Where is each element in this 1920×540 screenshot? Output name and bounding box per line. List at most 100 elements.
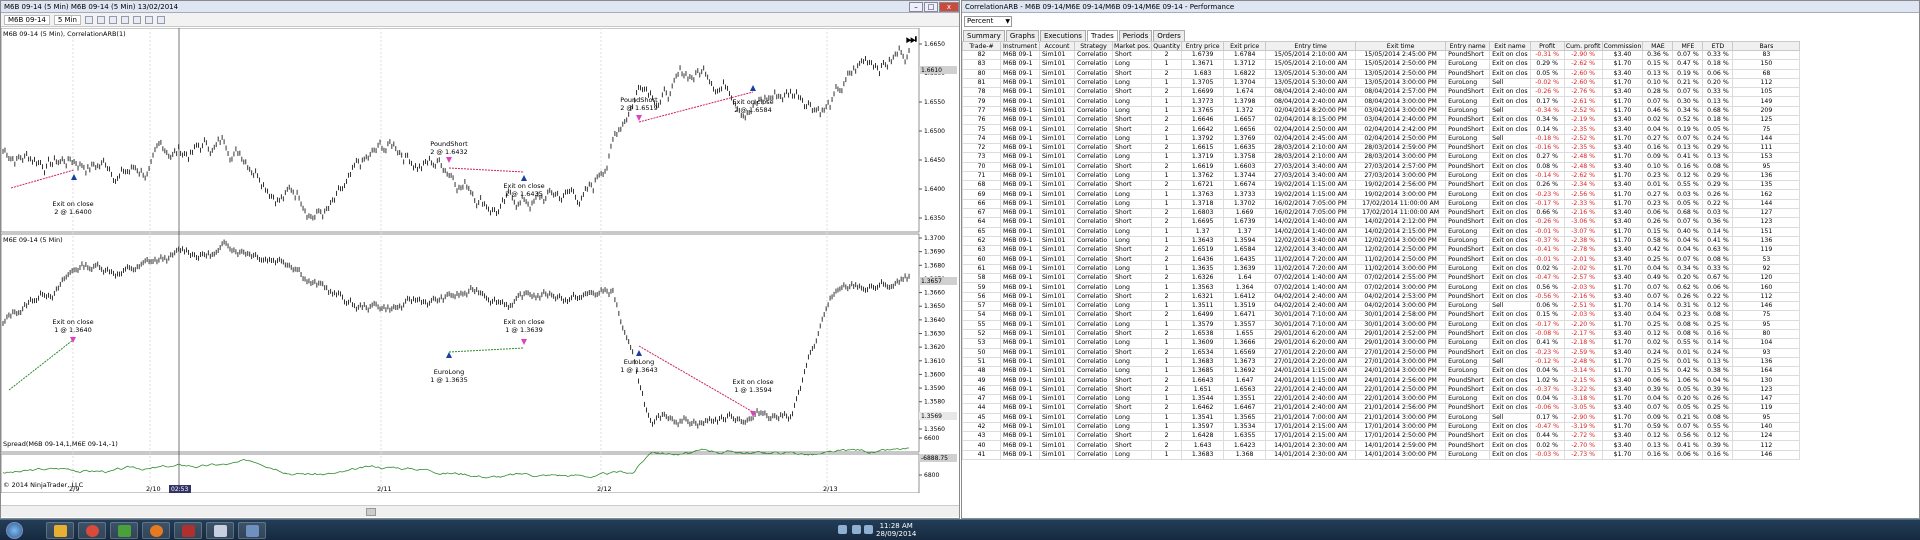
tab-orders[interactable]: Orders	[1153, 30, 1185, 41]
taskbar-clock[interactable]: 11:28 AM 28/09/2014	[876, 522, 916, 538]
taskbar-app-ninjatrader[interactable]	[174, 522, 202, 539]
zoom-icon[interactable]	[84, 15, 93, 24]
table-row[interactable]: 78 M6B 09-1 Sim101 Correlatio Short 2 1.6699 1.…	[962, 87, 1801, 98]
table-row[interactable]: 42 M6B 09-1 Sim101 Correlatio Long 1 1.3597 1.3…	[962, 421, 1801, 433]
data-box-icon[interactable]	[156, 15, 165, 24]
column-header[interactable]: Exit name	[1489, 41, 1531, 51]
table-row[interactable]: 62 M6B 09-1 Sim101 Correlatio Long 1 1.3643 1.3…	[962, 235, 1801, 247]
tab-graphs[interactable]: Graphs	[1005, 30, 1039, 41]
performance-window[interactable]: CorrelationARB - M6B 09-14/M6E 09-14/M6B…	[961, 0, 1920, 519]
minimize-button[interactable]: –	[909, 1, 923, 12]
table-row[interactable]: 53 M6B 09-1 Sim101 Correlatio Long 1 1.3609 1.3…	[962, 338, 1801, 349]
table-row[interactable]: 52 M6B 09-1 Sim101 Correlatio Short 2 1.6538 1.…	[962, 328, 1801, 340]
column-header[interactable]: Instrument	[1000, 41, 1040, 51]
table-row[interactable]: 46 M6B 09-1 Sim101 Correlatio Short 2 1.651 1.6…	[962, 384, 1801, 396]
table-row[interactable]: 60 M6B 09-1 Sim101 Correlatio Short 2 1.6436 1.…	[962, 254, 1801, 265]
column-header[interactable]: Market pos.	[1111, 41, 1153, 51]
table-row[interactable]: 44 M6B 09-1 Sim101 Correlatio Short 2 1.6462 1.…	[962, 403, 1801, 414]
tab-periods[interactable]: Periods	[1118, 30, 1153, 41]
table-row[interactable]: 67 M6B 09-1 Sim101 Correlatio Short 2 1.6803 1.…	[962, 208, 1801, 219]
column-header[interactable]: Trade-#	[962, 41, 1001, 51]
table-row[interactable]: 80 M6B 09-1 Sim101 Correlatio Short 2 1.683 1.6…	[962, 68, 1801, 79]
start-button[interactable]	[6, 522, 23, 539]
column-header[interactable]: Entry name	[1445, 41, 1491, 51]
chart-window[interactable]: M6B 09-14 (5 Min) M6B 09-14 (5 Min) 13/0…	[0, 0, 960, 519]
column-header[interactable]: Commission	[1601, 41, 1644, 51]
taskbar-app-network[interactable]	[238, 522, 266, 539]
performance-titlebar[interactable]: CorrelationARB - M6B 09-14/M6E 09-14/M6B…	[962, 1, 1919, 13]
taskbar-app-torrent[interactable]	[110, 522, 138, 539]
table-row[interactable]: 81 M6B 09-1 Sim101 Correlatio Long 1 1.3705 1.3…	[962, 77, 1801, 89]
table-row[interactable]: 61 M6B 09-1 Sim101 Correlatio Long 1 1.3635 1.3…	[962, 263, 1801, 275]
taskbar-app-chrome[interactable]	[78, 522, 106, 539]
column-header[interactable]: Entry time	[1265, 41, 1357, 51]
table-row[interactable]: 69 M6B 09-1 Sim101 Correlatio Long 1 1.3763 1.3…	[962, 189, 1801, 200]
table-row[interactable]: 58 M6B 09-1 Sim101 Correlatio Short 2 1.6326 1.…	[962, 273, 1801, 284]
table-row[interactable]: 77 M6B 09-1 Sim101 Correlatio Long 1 1.3765 1.3…	[962, 105, 1801, 117]
table-row[interactable]: 54 M6B 09-1 Sim101 Correlatio Short 2 1.6499 1.…	[962, 310, 1801, 321]
table-row[interactable]: 76 M6B 09-1 Sim101 Correlatio Short 2 1.6646 1.…	[962, 115, 1801, 126]
table-row[interactable]: 55 M6B 09-1 Sim101 Correlatio Long 1 1.3579 1.3…	[962, 319, 1801, 330]
table-row[interactable]: 72 M6B 09-1 Sim101 Correlatio Short 2 1.6615 1.…	[962, 142, 1801, 154]
tray-network-icon[interactable]	[864, 525, 873, 534]
table-row[interactable]: 64 M6B 09-1 Sim101 Correlatio Short 2 1.6695 1.…	[962, 217, 1801, 228]
table-row[interactable]: 68 M6B 09-1 Sim101 Correlatio Short 2 1.6721 1.…	[962, 180, 1801, 191]
properties-icon[interactable]	[108, 15, 117, 24]
display-mode-select[interactable]: Percent ▼	[964, 16, 1012, 27]
column-header[interactable]: Cum. profit	[1563, 41, 1603, 51]
table-row[interactable]: 79 M6B 09-1 Sim101 Correlatio Long 1 1.3773 1.3…	[962, 96, 1801, 107]
tab-trades[interactable]: Trades	[1086, 30, 1118, 41]
trades-grid[interactable]: Trade-# Instrument Account Strategy Market p…	[962, 41, 1919, 518]
price-chart[interactable]: M6B 09-14 (5 Min), CorrelationARB(1) M6E …	[1, 28, 959, 493]
close-button[interactable]: x	[939, 1, 959, 12]
tab-executions[interactable]: Executions	[1039, 30, 1086, 41]
table-row[interactable]: 50 M6B 09-1 Sim101 Correlatio Short 2 1.6534 1.…	[962, 347, 1801, 358]
chart-scrollbar[interactable]	[1, 505, 959, 517]
taskbar-app-explorer[interactable]	[46, 522, 74, 539]
table-row[interactable]: 71 M6B 09-1 Sim101 Correlatio Long 1 1.3762 1.3…	[962, 170, 1801, 182]
table-row[interactable]: 59 M6B 09-1 Sim101 Correlatio Long 1 1.3563 1.3…	[962, 282, 1801, 293]
column-header[interactable]: Account	[1039, 41, 1075, 51]
table-row[interactable]: 75 M6B 09-1 Sim101 Correlatio Short 2 1.6642 1.…	[962, 124, 1801, 135]
interval-selector[interactable]: 5 Min	[53, 14, 81, 25]
crosshair-icon[interactable]	[120, 15, 129, 24]
column-header[interactable]: Quantity	[1151, 41, 1183, 51]
chart-titlebar[interactable]: M6B 09-14 (5 Min) M6B 09-14 (5 Min) 13/0…	[1, 1, 959, 13]
indicators-icon[interactable]	[132, 15, 141, 24]
tab-summary[interactable]: Summary	[963, 30, 1005, 41]
table-row[interactable]: 43 M6B 09-1 Sim101 Correlatio Short 2 1.6428 1.…	[962, 431, 1801, 442]
table-row[interactable]: 66 M6B 09-1 Sim101 Correlatio Long 1 1.3718 1.3…	[962, 198, 1801, 210]
maximize-button[interactable]: □	[924, 1, 938, 12]
strategies-icon[interactable]	[144, 15, 153, 24]
tray-speaker-icon[interactable]	[852, 525, 861, 534]
table-row[interactable]: 73 M6B 09-1 Sim101 Correlatio Long 1 1.3719 1.3…	[962, 152, 1801, 163]
table-row[interactable]: 57 M6B 09-1 Sim101 Correlatio Long 1 1.3511 1.3…	[962, 300, 1801, 312]
column-header[interactable]: Bars	[1732, 41, 1801, 51]
column-header[interactable]: Exit time	[1355, 41, 1447, 51]
column-header[interactable]: ETD	[1702, 41, 1734, 51]
table-row[interactable]: 74 M6B 09-1 Sim101 Correlatio Long 1 1.3792 1.3…	[962, 133, 1801, 144]
column-header[interactable]: Entry price	[1181, 41, 1225, 51]
table-row[interactable]: 49 M6B 09-1 Sim101 Correlatio Short 2 1.6643 1.…	[962, 375, 1801, 386]
table-row[interactable]: 83 M6B 09-1 Sim101 Correlatio Long 1 1.3671 1.3…	[962, 59, 1801, 70]
column-header[interactable]: Exit price	[1223, 41, 1267, 51]
table-row[interactable]: 41 M6B 09-1 Sim101 Correlatio Long 1 1.3683 1.3…	[962, 449, 1801, 461]
table-row[interactable]: 65 M6B 09-1 Sim101 Correlatio Long 1 1.37 1.37 1…	[962, 226, 1801, 237]
table-row[interactable]: 47 M6B 09-1 Sim101 Correlatio Long 1 1.3544 1.3…	[962, 393, 1801, 405]
chart-area[interactable]: M6B 09-14 (5 Min), CorrelationARB(1) M6E …	[1, 28, 959, 493]
table-row[interactable]: 82 M6B 09-1 Sim101 Correlatio Short 2 1.6739 1.…	[962, 49, 1801, 61]
column-header[interactable]: MAE	[1642, 41, 1674, 51]
column-header[interactable]: Profit	[1529, 41, 1565, 51]
taskbar-app-firefox[interactable]	[142, 522, 170, 539]
table-row[interactable]: 56 M6B 09-1 Sim101 Correlatio Short 2 1.6321 1.…	[962, 291, 1801, 303]
table-row[interactable]: 45 M6B 09-1 Sim101 Correlatio Long 1 1.3541 1.3…	[962, 412, 1801, 423]
pencil-icon[interactable]	[96, 15, 105, 24]
column-header[interactable]: Strategy	[1074, 41, 1113, 51]
table-row[interactable]: 48 M6B 09-1 Sim101 Correlatio Long 1 1.3685 1.3…	[962, 366, 1801, 377]
table-row[interactable]: 63 M6B 09-1 Sim101 Correlatio Short 2 1.6519 1.…	[962, 245, 1801, 256]
column-header[interactable]: MFE	[1672, 41, 1704, 51]
table-row[interactable]: 51 M6B 09-1 Sim101 Correlatio Long 1 1.3683 1.3…	[962, 356, 1801, 368]
taskbar-app-notepad[interactable]	[206, 522, 234, 539]
tray-flag-icon[interactable]	[838, 525, 847, 534]
scroll-thumb[interactable]	[366, 508, 376, 516]
